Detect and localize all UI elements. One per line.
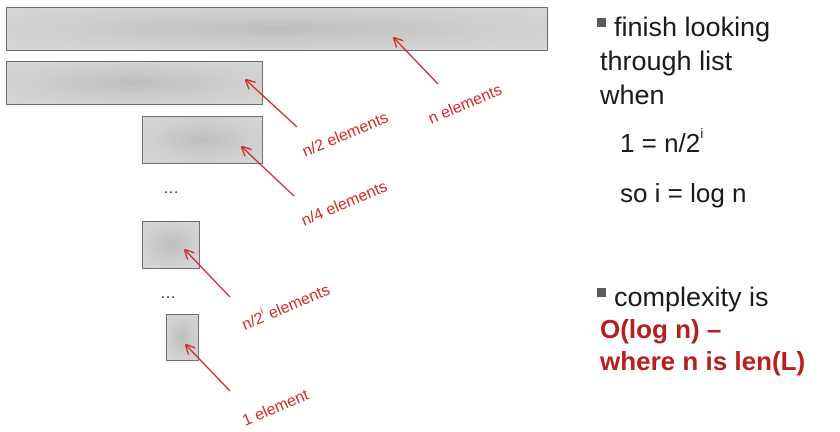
result-line-1: O(log n) – xyxy=(600,314,722,344)
bullet1-line1: finish looking xyxy=(597,10,770,44)
equation-2: so i = log n xyxy=(620,178,747,208)
bullet1-text-3: when xyxy=(600,80,665,110)
bullet1-line2: through list xyxy=(600,44,732,78)
arrow-n-elements xyxy=(394,38,439,85)
arrow-n-2i xyxy=(185,250,231,298)
arrow-one xyxy=(186,345,231,392)
equation-1-prefix: 1 = n/2 xyxy=(620,128,701,158)
bullet-square-icon xyxy=(597,288,606,298)
arrow-n-half xyxy=(246,80,298,128)
bullet1-text-1: finish looking xyxy=(614,12,771,42)
bullet2-line: complexity is xyxy=(597,280,769,314)
result-line-2: where n is len(L) xyxy=(600,346,806,376)
bullet1-text-2: through list xyxy=(600,46,733,76)
equation-1: 1 = n/2i xyxy=(620,125,704,159)
bullet-square-icon xyxy=(597,18,606,28)
equation-1-sup: i xyxy=(700,125,704,142)
arrow-n-quarter xyxy=(242,147,295,197)
bullet1-line3: when xyxy=(600,78,665,112)
bullet2-text: complexity is xyxy=(614,282,769,312)
